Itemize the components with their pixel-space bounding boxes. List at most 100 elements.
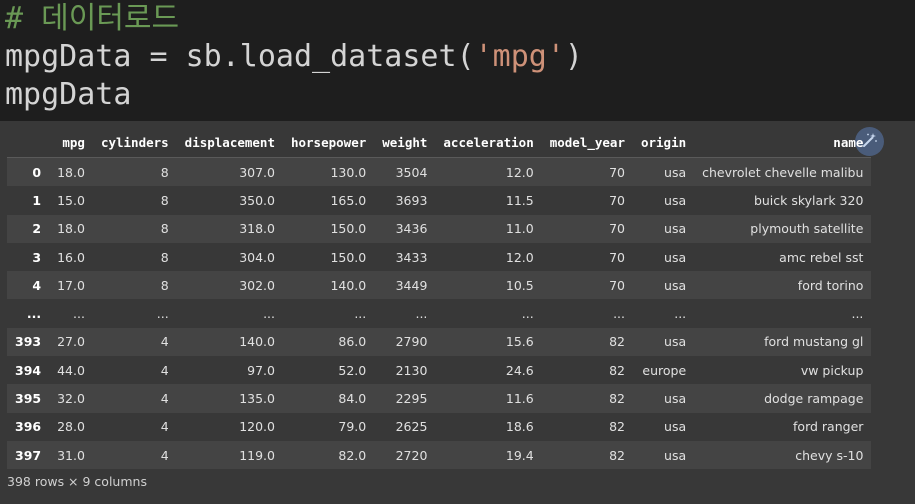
table-cell: 52.0 bbox=[282, 356, 375, 385]
table-cell: chevrolet chevelle malibu bbox=[694, 157, 872, 187]
row-index: 4 bbox=[7, 271, 50, 300]
code-load-string: 'mpg' bbox=[474, 39, 565, 74]
table-cell: 140.0 bbox=[282, 271, 375, 300]
table-row: 1 15.0 8 350.0 165.0 3693 11.5 70 usa buick skyla… bbox=[7, 186, 872, 215]
table-cell: 82 bbox=[541, 440, 633, 470]
table-cell: 2295 bbox=[374, 384, 436, 413]
table-cell: ... bbox=[694, 299, 872, 328]
table-cell: ... bbox=[282, 299, 375, 328]
table-cell: 27.0 bbox=[49, 327, 93, 357]
table-cell: amc rebel sst bbox=[694, 242, 872, 272]
table-cell: 4 bbox=[92, 412, 177, 441]
table-cell: 82 bbox=[541, 327, 633, 357]
table-cell: 11.5 bbox=[435, 186, 542, 215]
table-cell: 8 bbox=[92, 242, 177, 272]
code-comment: # 데이터로드 bbox=[5, 1, 180, 36]
table-cell: usa bbox=[632, 327, 695, 357]
table-cell: 3504 bbox=[374, 157, 436, 187]
table-cell: usa bbox=[632, 271, 695, 300]
table-row: 393 27.0 4 140.0 86.0 2790 15.6 82 usa ford musta… bbox=[7, 327, 872, 357]
table-cell: 84.0 bbox=[282, 384, 375, 413]
table-cell: 82 bbox=[541, 384, 633, 413]
table-cell: 24.6 bbox=[435, 356, 542, 385]
index-header bbox=[7, 128, 50, 158]
code-cell[interactable]: # 데이터로드 mpgData = sb.load_dataset('mpg')… bbox=[0, 0, 915, 119]
table-cell: buick skylark 320 bbox=[694, 186, 872, 215]
table-cell: 86.0 bbox=[282, 327, 375, 357]
table-row: 397 31.0 4 119.0 82.0 2720 19.4 82 usa chevy s-10 bbox=[7, 440, 872, 470]
table-cell: 304.0 bbox=[176, 242, 283, 272]
table-cell: 130.0 bbox=[282, 157, 375, 187]
table-cell: ... bbox=[541, 299, 633, 328]
table-row: 4 17.0 8 302.0 140.0 3449 10.5 70 usa ford torino bbox=[7, 271, 872, 300]
table-cell: 70 bbox=[541, 214, 633, 243]
table-cell: 150.0 bbox=[282, 242, 375, 272]
table-cell: vw pickup bbox=[694, 356, 872, 385]
column-header: name bbox=[694, 128, 872, 158]
column-header: mpg bbox=[49, 128, 93, 158]
table-cell: usa bbox=[632, 186, 695, 215]
row-index: 2 bbox=[7, 214, 50, 243]
table-cell: 2790 bbox=[374, 327, 436, 357]
table-cell: 4 bbox=[92, 356, 177, 385]
row-index: 394 bbox=[7, 356, 50, 385]
table-header-row: mpg cylinders displacement horsepower weight… bbox=[7, 128, 872, 158]
table-cell: 17.0 bbox=[49, 271, 93, 300]
column-header: cylinders bbox=[92, 128, 177, 158]
table-cell: 3436 bbox=[374, 214, 436, 243]
table-row: 396 28.0 4 120.0 79.0 2625 18.6 82 usa ford range… bbox=[7, 412, 872, 441]
table-cell: 2130 bbox=[374, 356, 436, 385]
table-row: 3 16.0 8 304.0 150.0 3433 12.0 70 usa amc rebel s… bbox=[7, 242, 872, 272]
table-cell: 119.0 bbox=[176, 440, 283, 470]
row-index: 0 bbox=[7, 157, 50, 187]
table-cell: 8 bbox=[92, 157, 177, 187]
row-index: 3 bbox=[7, 242, 50, 272]
table-cell: 18.0 bbox=[49, 214, 93, 243]
table-cell: 4 bbox=[92, 327, 177, 357]
column-header: origin bbox=[632, 128, 695, 158]
table-body: 0 18.0 8 307.0 130.0 3504 12.0 70 usa chevrolet c… bbox=[7, 157, 872, 470]
table-cell: ... bbox=[49, 299, 93, 328]
table-cell: usa bbox=[632, 440, 695, 470]
table-cell: 70 bbox=[541, 242, 633, 272]
table-cell: 135.0 bbox=[176, 384, 283, 413]
table-cell: 11.6 bbox=[435, 384, 542, 413]
table-cell: ... bbox=[176, 299, 283, 328]
code-line-load: mpgData = sb.load_dataset('mpg') bbox=[5, 38, 915, 76]
table-cell: 28.0 bbox=[49, 412, 93, 441]
table-cell: europe bbox=[632, 356, 695, 385]
table-cell: 11.0 bbox=[435, 214, 542, 243]
table-cell: 165.0 bbox=[282, 186, 375, 215]
table-row: 0 18.0 8 307.0 130.0 3504 12.0 70 usa chevrolet c… bbox=[7, 157, 872, 187]
table-cell: 318.0 bbox=[176, 214, 283, 243]
table-cell: 307.0 bbox=[176, 157, 283, 187]
row-index: 395 bbox=[7, 384, 50, 413]
table-cell: usa bbox=[632, 214, 695, 243]
table-cell: 140.0 bbox=[176, 327, 283, 357]
table-cell: 350.0 bbox=[176, 186, 283, 215]
table-cell: 70 bbox=[541, 271, 633, 300]
table-cell: 12.0 bbox=[435, 157, 542, 187]
table-cell: 150.0 bbox=[282, 214, 375, 243]
table-cell: ford torino bbox=[694, 271, 872, 300]
table-cell: 18.6 bbox=[435, 412, 542, 441]
table-cell: dodge rampage bbox=[694, 384, 872, 413]
table-cell: 79.0 bbox=[282, 412, 375, 441]
table-cell: 31.0 bbox=[49, 440, 93, 470]
table-cell: 10.5 bbox=[435, 271, 542, 300]
table-cell: usa bbox=[632, 242, 695, 272]
table-cell: ... bbox=[374, 299, 436, 328]
dataframe-table: mpg cylinders displacement horsepower weight… bbox=[7, 128, 872, 470]
row-index: 396 bbox=[7, 412, 50, 441]
table-cell: 4 bbox=[92, 384, 177, 413]
column-header: acceleration bbox=[435, 128, 542, 158]
table-cell: 70 bbox=[541, 157, 633, 187]
table-cell: 8 bbox=[92, 271, 177, 300]
dataframe-summary: 398 rows × 9 columns bbox=[7, 474, 147, 489]
table-cell: chevy s-10 bbox=[694, 440, 872, 470]
row-index: ... bbox=[7, 299, 50, 328]
row-index: 1 bbox=[7, 186, 50, 215]
row-index: 393 bbox=[7, 327, 50, 357]
table-row: 2 18.0 8 318.0 150.0 3436 11.0 70 usa plymouth sa… bbox=[7, 214, 872, 243]
table-cell: 97.0 bbox=[176, 356, 283, 385]
